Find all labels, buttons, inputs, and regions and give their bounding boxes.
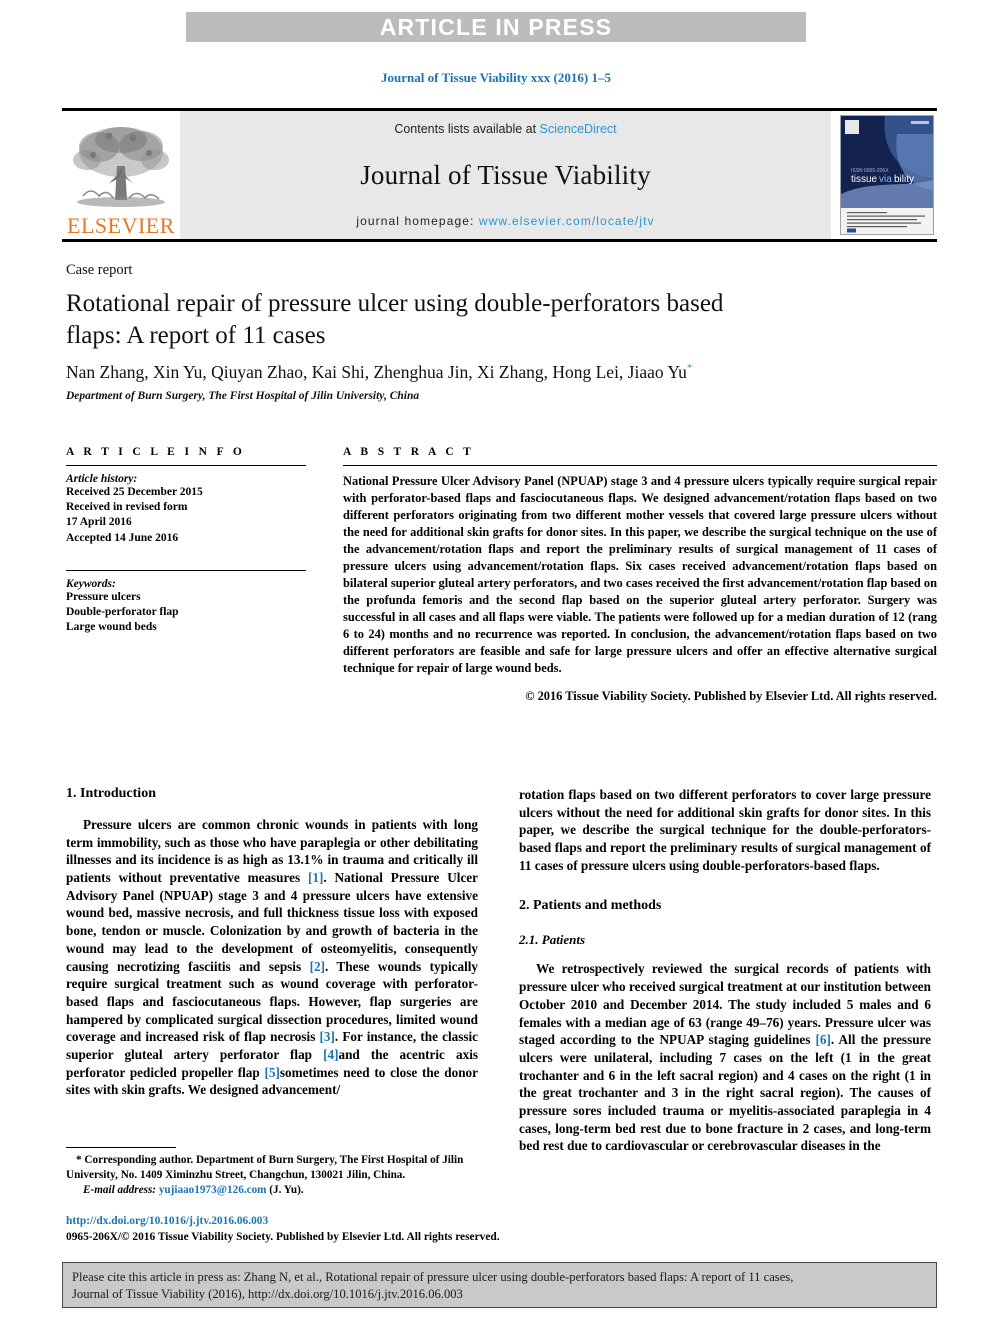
abstract-heading: A B S T R A C T	[343, 446, 475, 458]
journal-cover-thumbnail: ISSN 0965-206X tissue via bility	[837, 111, 937, 239]
journal-masthead: ELSEVIER Contents lists available at Sci…	[62, 108, 937, 242]
contents-prefix: Contents lists available at	[394, 122, 540, 136]
body-column-left: 1. Introduction Pressure ulcers are comm…	[66, 786, 478, 1099]
article-info-divider	[66, 465, 306, 466]
article-type-label: Case report	[66, 262, 133, 278]
elsevier-wordmark: ELSEVIER	[67, 213, 175, 238]
history-accepted: Accepted 14 June 2016	[66, 531, 179, 544]
abstract-divider	[343, 465, 937, 466]
history-revised-date: 17 April 2016	[66, 516, 132, 529]
subsection-heading-patients: 2.1. Patients	[519, 932, 586, 948]
contents-list-line: Contents lists available at ScienceDirec…	[394, 122, 616, 136]
cite-line-1: Please cite this article in press as: Zh…	[72, 1270, 794, 1284]
section-heading-introduction: 1. Introduction	[66, 786, 156, 801]
citation-ref-6[interactable]: [6]	[815, 1032, 830, 1047]
journal-cover-image: ISSN 0965-206X tissue via bility	[840, 115, 934, 235]
sciencedirect-link[interactable]: ScienceDirect	[540, 122, 617, 136]
journal-homepage-link[interactable]: www.elsevier.com/locate/jtv	[479, 214, 655, 228]
introduction-paragraph: Pressure ulcers are common chronic wound…	[66, 816, 478, 1099]
journal-title-block: Contents lists available at ScienceDirec…	[180, 111, 831, 239]
keyword-item: Double-perforator flap	[66, 605, 179, 618]
citation-ref-3[interactable]: [3]	[320, 1029, 335, 1044]
section-heading-patients-methods: 2. Patients and methods	[519, 898, 662, 914]
citation-ref-1[interactable]: [1]	[308, 870, 323, 885]
email-link[interactable]: yujiaao1973@126.com	[159, 1184, 267, 1196]
citation-ref-5[interactable]: [5]	[265, 1065, 280, 1080]
footnote-divider	[66, 1147, 176, 1148]
article-in-press-label: ARTICLE IN PRESS	[379, 13, 613, 40]
keyword-item: Pressure ulcers	[66, 590, 141, 603]
page-title: Rotational repair of pressure ulcer usin…	[66, 290, 724, 349]
abstract-column: A B S T R A C T National Pressure Ulcer …	[343, 446, 937, 704]
cite-this-article-box: Please cite this article in press as: Zh…	[62, 1262, 937, 1308]
keywords-label: Keywords:	[66, 577, 116, 590]
corresponding-author-marker: *	[686, 362, 693, 375]
corresponding-author-text: * Corresponding author. Department of Bu…	[66, 1154, 464, 1181]
article-in-press-banner: ARTICLE IN PRESS	[186, 12, 806, 42]
patients-text-b: . All the pressure ulcers were unilatera…	[519, 1032, 931, 1154]
doi-link[interactable]: http://dx.doi.org/10.1016/j.jtv.2016.06.…	[66, 1213, 536, 1229]
email-line: E-mail address: yujiaao1973@126.com (J. …	[66, 1183, 478, 1198]
issn-copyright-line: 0965-206X/© 2016 Tissue Viability Societ…	[66, 1231, 500, 1244]
doi-block: http://dx.doi.org/10.1016/j.jtv.2016.06.…	[66, 1213, 536, 1245]
introduction-continuation: rotation flaps based on two different pe…	[519, 787, 931, 873]
svg-text:tissue: tissue	[851, 174, 878, 185]
elsevier-logo: ELSEVIER	[62, 111, 180, 239]
running-head-citation: Journal of Tissue Viability xxx (2016) 1…	[381, 70, 611, 85]
body-column-right: rotation flaps based on two different pe…	[519, 786, 931, 1155]
history-revised: Received in revised form	[66, 501, 188, 514]
citation-ref-4[interactable]: [4]	[323, 1047, 338, 1062]
article-history-label: Article history:	[66, 473, 138, 485]
cover-artwork: ISSN 0965-206X tissue via bility	[841, 116, 933, 234]
author-names: Nan Zhang, Xin Yu, Qiuyan Zhao, Kai Shi,…	[66, 362, 687, 382]
history-received: Received 25 December 2015	[66, 486, 203, 498]
keywords-divider	[66, 569, 306, 571]
abstract-copyright: © 2016 Tissue Viability Society. Publish…	[525, 688, 937, 703]
author-affiliation: Department of Burn Surgery, The First Ho…	[66, 390, 420, 402]
author-list: Nan Zhang, Xin Yu, Qiuyan Zhao, Kai Shi,…	[66, 362, 926, 383]
citation-ref-2[interactable]: [2]	[310, 959, 325, 974]
elsevier-tree-icon	[73, 127, 169, 207]
svg-text:bility: bility	[894, 174, 914, 185]
cite-line-2: Journal of Tissue Viability (2016), http…	[72, 1287, 463, 1301]
article-info-column: A R T I C L E I N F O Article history: R…	[66, 446, 306, 635]
journal-title: Journal of Tissue Viability	[360, 159, 651, 190]
journal-homepage-line: journal homepage: www.elsevier.com/locat…	[356, 214, 654, 228]
email-label: E-mail address:	[83, 1183, 157, 1196]
abstract-text: National Pressure Ulcer Advisory Panel (…	[343, 474, 937, 675]
corresponding-author-footnote: * Corresponding author. Department of Bu…	[66, 1147, 478, 1198]
article-info-heading: A R T I C L E I N F O	[66, 446, 246, 458]
homepage-prefix: journal homepage:	[356, 214, 479, 228]
keyword-item: Large wound beds	[66, 621, 157, 634]
patients-paragraph: We retrospectively reviewed the surgical…	[519, 960, 931, 1155]
svg-text:via: via	[879, 174, 892, 185]
email-owner: (J. Yu).	[269, 1183, 304, 1196]
